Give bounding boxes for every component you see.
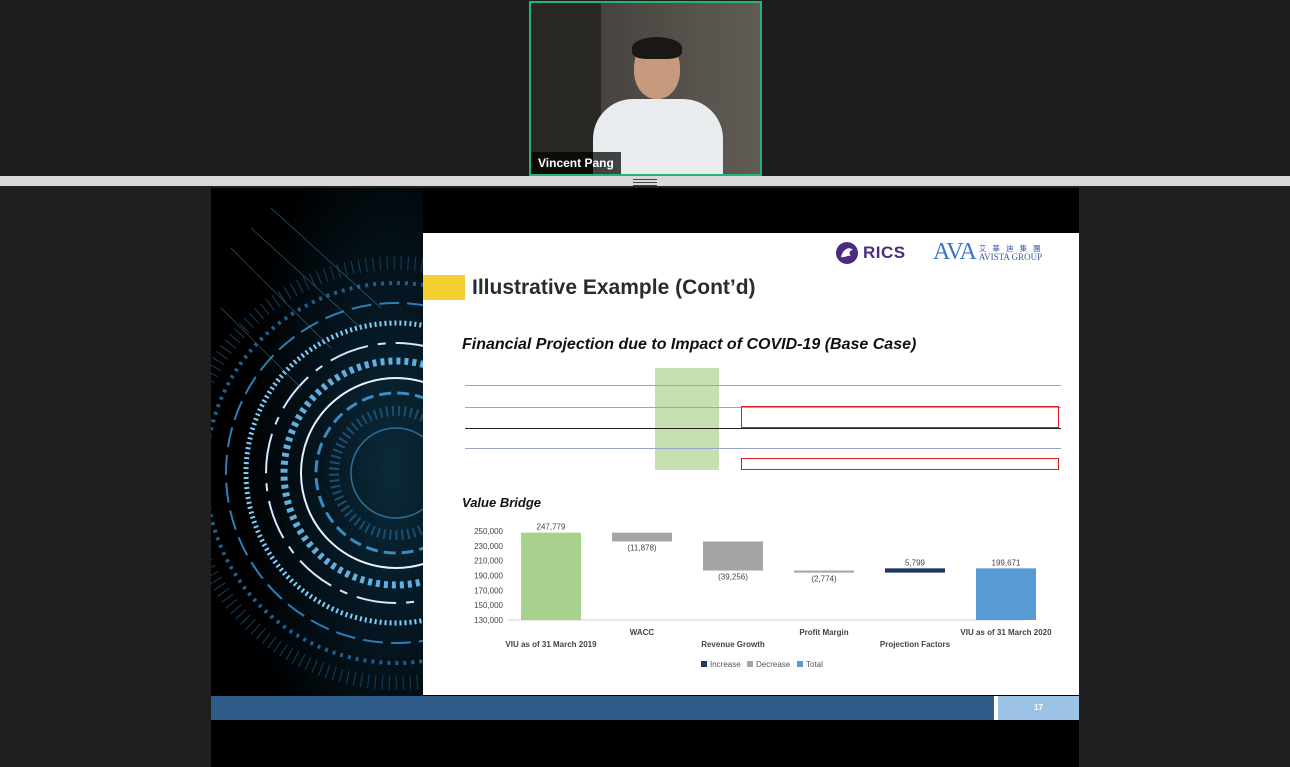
category-label: WACC [630,628,655,637]
video-background-door [531,3,601,174]
y-tick-label: 170,000 [474,586,503,595]
avista-logo: AVA 艾 華 迪 集 團 AVISTA GROUP [933,239,1043,266]
ava-logo-text: AVA [933,239,977,265]
ava-logo-en: AVISTA GROUP [978,251,1043,262]
waterfall-bar [703,541,763,571]
table-row [465,429,1061,439]
y-tick-label: 230,000 [474,542,503,551]
bar-data-label: (2,774) [811,575,837,584]
y-tick-label: 190,000 [474,572,503,581]
revenue-highlight-box [741,406,1059,428]
y-tick-label: 250,000 [474,527,503,536]
legend-label: Total [806,660,823,669]
slide-title: Illustrative Example (Cont’d) [472,276,756,299]
waterfall-bar [976,568,1036,620]
table-header-row [465,371,1061,381]
bar-data-label: 247,779 [537,523,566,532]
legend-label: Decrease [756,660,791,669]
title-accent-bar [423,275,465,300]
legend-label: Increase [710,660,741,669]
shared-slide: RICS AVA 艾 華 迪 集 團 AVISTA GROUP Illustra… [211,188,1079,767]
category-label: VIU as of 31 March 2019 [505,640,597,649]
rics-lion-icon [836,242,858,264]
bar-data-label: (11,878) [627,543,657,552]
slide-subtitle: Financial Projection due to Impact of CO… [462,336,917,353]
category-label: VIU as of 31 March 2020 [960,628,1052,637]
table-rule-4 [465,448,1061,449]
bar-data-label: 199,671 [992,558,1021,567]
tech-circle-graphic [211,188,423,696]
y-tick-label: 150,000 [474,601,503,610]
table-rule-1 [465,385,1061,386]
waterfall-bar [612,532,672,542]
bar-data-label: 5,799 [905,558,926,567]
participant-name-tag: Vincent Pang [531,152,621,174]
slide-footer-bar [211,696,1079,720]
video-person-hair [632,37,682,59]
waterfall-bar [885,568,945,573]
rics-logo-text: RICS [863,243,906,262]
value-bridge-chart: 250,000 230,000 210,000 190,000 170,000 150,0… [474,523,1052,669]
bar-data-label: (39,256) [718,573,748,582]
category-label: Revenue Growth [701,640,765,649]
category-label: Projection Factors [880,640,951,649]
waterfall-bar [521,532,581,620]
y-tick-label: 210,000 [474,557,503,566]
legend-swatch [701,661,707,667]
margin-highlight-box [741,458,1059,470]
slide-page-number: 17 [998,696,1079,720]
video-strip: Vincent Pang [0,0,1290,176]
participant-video-tile[interactable]: Vincent Pang [529,1,762,176]
rics-logo: RICS [835,241,906,265]
table-dates-row [465,391,1061,401]
slide-content: RICS AVA 艾 華 迪 集 團 AVISTA GROUP Illustra… [423,233,1079,695]
category-label: Profit Margin [799,628,848,637]
waterfall-bar [794,570,854,573]
value-bridge-title: Value Bridge [462,495,541,510]
legend-swatch [797,661,803,667]
table-rule-3 [465,428,1061,429]
legend-swatch [747,661,753,667]
y-tick-label: 130,000 [474,616,503,625]
